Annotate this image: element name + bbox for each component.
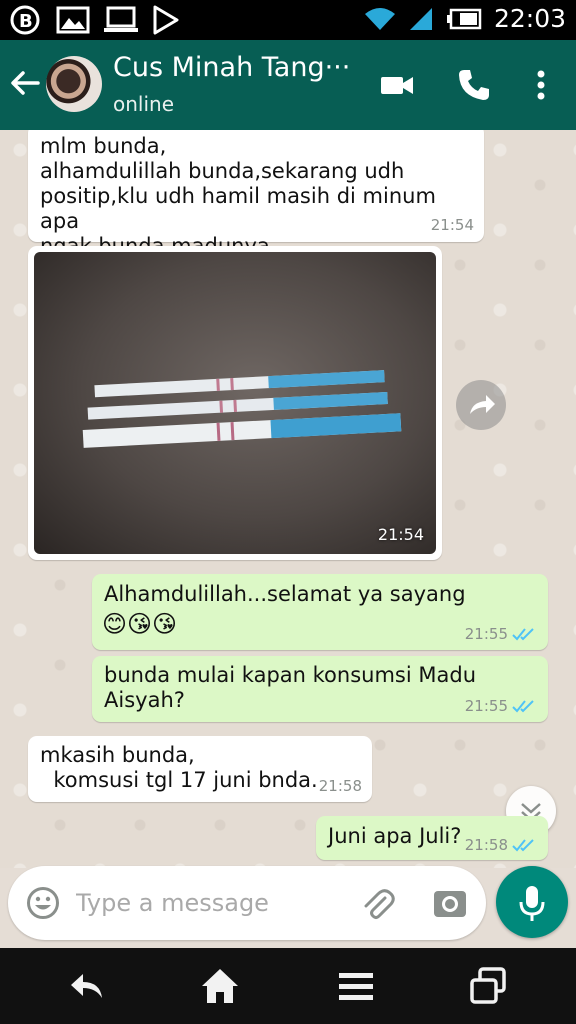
test-strips-illustration bbox=[82, 370, 402, 448]
read-ticks-icon bbox=[512, 839, 534, 852]
message-composer bbox=[8, 866, 486, 940]
phone-icon[interactable] bbox=[455, 66, 493, 104]
message-time: 21:54 bbox=[430, 216, 474, 234]
contact-status: online bbox=[113, 92, 175, 116]
contact-name[interactable]: Cus Minah Tang··· bbox=[113, 52, 363, 83]
status-bar-notifications: B bbox=[10, 5, 180, 35]
nav-back-icon[interactable] bbox=[66, 964, 110, 1008]
nav-menu-icon[interactable] bbox=[334, 964, 378, 1008]
message-text: Juni apa Juli? bbox=[328, 824, 462, 848]
laptop-icon bbox=[104, 6, 138, 32]
incoming-message[interactable]: mkasih bunda, komsusi tgl 17 juni bnda. … bbox=[28, 736, 372, 802]
chat-header: Cus Minah Tang··· online bbox=[0, 40, 576, 130]
outgoing-message[interactable]: Juni apa Juli? 21:58 bbox=[316, 816, 548, 860]
play-store-icon bbox=[153, 5, 179, 35]
message-time: 21:55 bbox=[464, 697, 508, 715]
voice-message-button[interactable] bbox=[496, 866, 568, 938]
battery-icon bbox=[446, 8, 482, 29]
clock: 22:03 bbox=[493, 4, 566, 33]
read-ticks-icon bbox=[512, 628, 534, 641]
message-input[interactable] bbox=[76, 884, 356, 922]
incoming-image-message[interactable]: 21:54 bbox=[28, 246, 442, 560]
message-emoji: 😊😘😘 bbox=[102, 610, 178, 638]
attach-icon[interactable] bbox=[360, 886, 396, 922]
forward-icon bbox=[470, 395, 495, 414]
pregnancy-test-photo[interactable]: 21:54 bbox=[34, 252, 436, 554]
status-bar-system: 22:03 bbox=[364, 4, 566, 33]
outgoing-message[interactable]: bunda mulai kapan konsumsi Madu Aisyah? … bbox=[92, 656, 548, 722]
contact-avatar[interactable] bbox=[46, 56, 102, 112]
back-arrow-icon[interactable] bbox=[8, 66, 42, 100]
incoming-message[interactable]: mlm bunda, alhamdulillah bunda,sekarang … bbox=[28, 130, 484, 258]
more-vert-icon[interactable] bbox=[522, 66, 560, 104]
signal-icon bbox=[409, 7, 432, 30]
message-time: 21:58 bbox=[318, 777, 362, 795]
bbm-icon: B bbox=[10, 5, 40, 35]
gallery-icon bbox=[56, 6, 90, 34]
emoji-icon[interactable] bbox=[26, 886, 60, 920]
video-call-icon[interactable] bbox=[378, 66, 416, 104]
svg-text:B: B bbox=[19, 11, 33, 32]
status-bar: B 22:03 bbox=[0, 0, 576, 40]
image-time: 21:54 bbox=[377, 525, 424, 544]
nav-recents-icon[interactable] bbox=[466, 964, 510, 1008]
android-nav-bar bbox=[0, 948, 576, 1024]
microphone-icon bbox=[519, 886, 545, 921]
message-time: 21:55 bbox=[464, 625, 508, 643]
message-text: mlm bunda, alhamdulillah bunda,sekarang … bbox=[40, 134, 436, 258]
nav-home-icon[interactable] bbox=[198, 964, 242, 1008]
message-time: 21:58 bbox=[464, 836, 508, 854]
camera-icon[interactable] bbox=[432, 885, 468, 921]
wifi-icon bbox=[364, 7, 395, 30]
outgoing-message[interactable]: Alhamdulillah...selamat ya sayang 😊😘😘 21… bbox=[92, 574, 548, 650]
message-list[interactable]: mlm bunda, alhamdulillah bunda,sekarang … bbox=[0, 130, 576, 868]
forward-button[interactable] bbox=[456, 380, 506, 430]
message-text: Alhamdulillah...selamat ya sayang bbox=[104, 582, 466, 606]
read-ticks-icon bbox=[512, 700, 534, 713]
